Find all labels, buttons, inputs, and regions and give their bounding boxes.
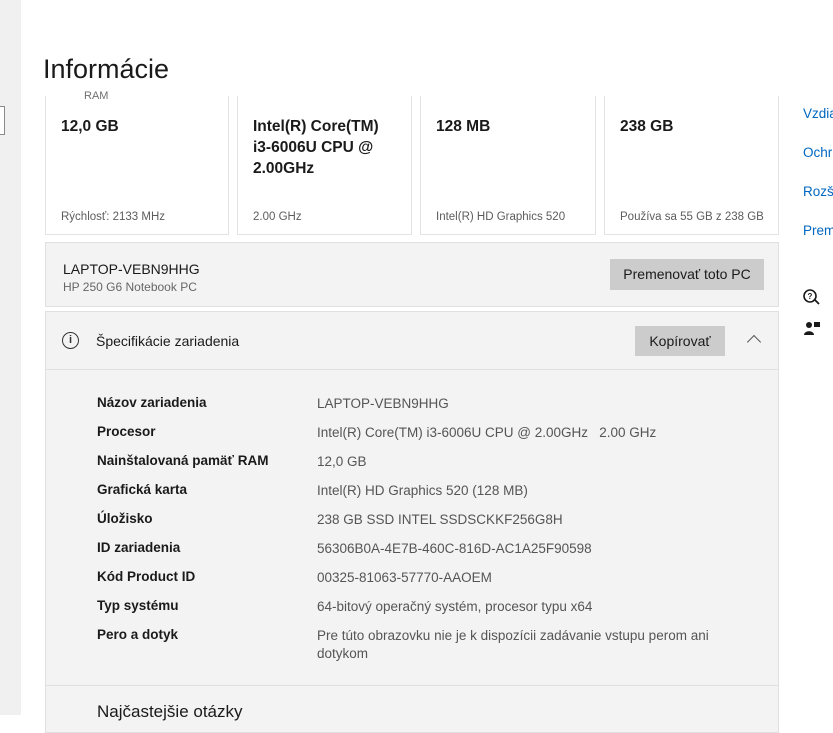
pc-model: HP 250 G6 Notebook PC	[63, 280, 197, 294]
card-ram-sub: Rýchlosť: 2133 MHz	[61, 211, 166, 223]
spec-value: Intel(R) Core(TM) i3-6006U CPU @ 2.00GHz…	[317, 425, 657, 440]
card-storage-sub: Používa sa 55 GB z 238 GB	[620, 211, 764, 223]
card-ram: RAM 12,0 GB Rýchlosť: 2133 MHz	[45, 90, 229, 235]
card-gpu: 128 MB Intel(R) HD Graphics 520	[420, 96, 596, 235]
faq-title[interactable]: Najčastejšie otázky	[97, 702, 243, 722]
spec-key: ID zariadenia	[97, 540, 181, 555]
card-cpu-value: Intel(R) Core(TM) i3-6006U CPU @ 2.00GHz	[253, 118, 379, 177]
card-gpu-sub: Intel(R) HD Graphics 520	[436, 211, 566, 223]
copy-button[interactable]: Kopírovať	[635, 326, 725, 356]
card-gpu-value: 128 MB	[436, 118, 491, 135]
page-title: Informácie	[43, 54, 170, 84]
related-link[interactable]: Ochr	[803, 145, 832, 160]
card-storage-value: 238 GB	[620, 118, 674, 135]
pc-name-panel: LAPTOP-VEBN9HHG HP 250 G6 Notebook PC Pr…	[45, 242, 779, 307]
spec-value: LAPTOP-VEBN9HHG	[317, 396, 449, 411]
rename-pc-button[interactable]: Premenovať toto PC	[610, 259, 764, 290]
device-spec-header[interactable]: i Špecifikácie zariadenia Kopírovať	[46, 312, 778, 370]
spec-key: Nainštalovaná pamäť RAM	[97, 453, 269, 468]
spec-key: Grafická karta	[97, 482, 188, 497]
nav-selection-indicator[interactable]	[0, 106, 5, 135]
spec-cards: RAM 12,0 GB Rýchlosť: 2133 MHz Intel(R) …	[45, 90, 779, 235]
section-divider	[46, 685, 778, 686]
help-chat-icon[interactable]: ?	[803, 289, 821, 305]
related-link[interactable]: Rozš	[803, 184, 833, 199]
chevron-up-icon[interactable]	[746, 334, 762, 350]
spec-key: Názov zariadenia	[97, 395, 207, 410]
card-cpu-sub: 2.00 GHz	[253, 211, 302, 223]
spec-value: Pre túto obrazovku nie je k dispozícii z…	[317, 628, 709, 661]
spec-key: Kód Product ID	[97, 569, 196, 584]
feedback-person-icon[interactable]	[803, 320, 821, 336]
info-icon: i	[62, 332, 79, 349]
spec-value: 00325-81063-57770-AAOEM	[317, 570, 492, 585]
spec-value: Intel(R) HD Graphics 520 (128 MB)	[317, 483, 528, 498]
card-storage: 238 GB Používa sa 55 GB z 238 GB	[604, 96, 779, 235]
spec-value: 12,0 GB	[317, 454, 367, 469]
device-spec-title: Špecifikácie zariadenia	[96, 333, 240, 349]
card-ram-value: 12,0 GB	[61, 118, 119, 135]
device-spec-panel: i Špecifikácie zariadenia Kopírovať Názo…	[45, 311, 779, 733]
spec-key: Pero a dotyk	[97, 627, 179, 642]
spec-value: 64-bitový operačný systém, procesor typu…	[317, 599, 593, 614]
spec-value: 238 GB SSD INTEL SSDSCKKF256G8H	[317, 512, 563, 527]
related-link[interactable]: Prem	[803, 223, 833, 238]
card-ram-label: RAM	[84, 90, 109, 102]
left-nav-rail	[0, 0, 21, 715]
related-link[interactable]: Vzdia	[803, 106, 833, 121]
spec-value: 56306B0A-4E7B-460C-816D-AC1A25F90598	[317, 541, 592, 556]
spec-key: Úložisko	[97, 511, 153, 526]
card-cpu: Intel(R) Core(TM) i3-6006U CPU @ 2.00GHz…	[237, 96, 412, 235]
spec-key: Typ systému	[97, 598, 179, 613]
spec-key: Procesor	[97, 424, 156, 439]
svg-text:?: ?	[808, 292, 813, 301]
pc-name: LAPTOP-VEBN9HHG	[63, 261, 200, 277]
